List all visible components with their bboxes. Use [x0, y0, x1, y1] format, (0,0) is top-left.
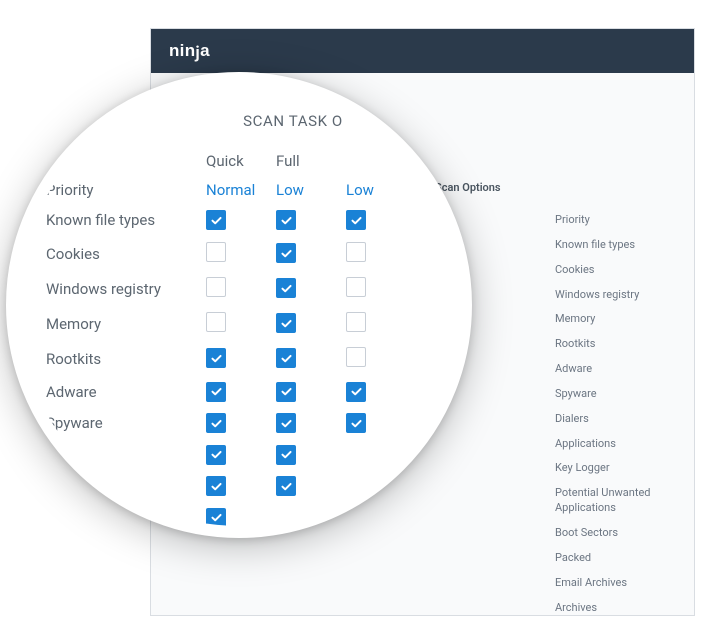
checkbox[interactable] [206, 277, 226, 297]
option-cell [206, 277, 276, 301]
option-cell [206, 382, 276, 403]
lens-header: SCAN TASK O [136, 112, 450, 130]
option-label: Memory [46, 315, 206, 333]
checkbox[interactable] [346, 382, 366, 402]
bg-option-row: Key Logger [555, 456, 660, 481]
checkbox[interactable] [276, 243, 296, 263]
option-cell [346, 413, 416, 434]
option-cell [276, 313, 346, 334]
bg-option-row: Packed [555, 546, 660, 571]
bg-option-row: Adware [555, 357, 660, 382]
bg-option-row: Rootkits [555, 332, 660, 357]
option-label: Adware [46, 383, 206, 401]
checkbox[interactable] [276, 348, 296, 368]
option-label: Windows registry [46, 280, 206, 298]
bg-option-row: Windows registry [555, 283, 660, 308]
priority-value[interactable]: Low [276, 181, 304, 199]
checkbox[interactable] [276, 210, 296, 230]
checkbox[interactable] [206, 413, 226, 433]
option-cell [206, 242, 276, 266]
checkbox[interactable] [206, 312, 226, 332]
checkbox[interactable] [206, 382, 226, 402]
option-cell: Low [276, 181, 346, 199]
checkbox[interactable] [206, 210, 226, 230]
option-label: Known file types [46, 211, 206, 229]
option-cell: Low [346, 181, 416, 199]
option-cell [206, 312, 276, 336]
checkbox[interactable] [276, 476, 296, 496]
checkbox[interactable] [276, 278, 296, 298]
bg-option-row: Boot Sectors [555, 521, 660, 546]
priority-value[interactable]: Normal [206, 181, 255, 199]
background-options-list: PriorityKnown file typesCookiesWindows r… [555, 208, 660, 620]
column-header: Quick [206, 152, 276, 170]
checkbox[interactable] [276, 445, 296, 465]
bg-option-row: Archives [555, 596, 660, 621]
bg-option-row: Cookies [555, 258, 660, 283]
checkbox[interactable] [346, 347, 366, 367]
checkbox[interactable] [346, 312, 366, 332]
checkbox[interactable] [206, 242, 226, 262]
option-label: ers [46, 446, 206, 464]
bg-option-row: Memory [555, 307, 660, 332]
scan-options-grid: QuickFull PriorityNormal Low Low Known file … [46, 152, 450, 528]
option-cell [206, 508, 276, 529]
option-label: Cookies [46, 245, 206, 263]
column-header: Full [276, 152, 346, 170]
option-cell [276, 278, 346, 299]
section-title-scan-options: Scan Options [435, 181, 660, 194]
bg-option-row: Dialers [555, 407, 660, 432]
option-cell [276, 413, 346, 434]
checkbox[interactable] [276, 413, 296, 433]
bg-option-row: Known file types [555, 233, 660, 258]
option-cell [206, 348, 276, 369]
checkbox[interactable] [206, 445, 226, 465]
option-label: Priority [46, 181, 206, 199]
option-cell [206, 445, 276, 466]
bg-option-row: Applications [555, 432, 660, 457]
option-label: Spyware [46, 414, 206, 432]
checkbox[interactable] [206, 348, 226, 368]
top-bar: ninja [151, 29, 694, 73]
option-cell: Normal [206, 181, 276, 199]
option-cell [346, 382, 416, 403]
checkbox[interactable] [346, 413, 366, 433]
checkbox[interactable] [276, 382, 296, 402]
option-label: s [46, 477, 206, 495]
magnifier-lens: SCAN TASK O QuickFull PriorityNormal Low Lo… [6, 72, 472, 538]
checkbox[interactable] [346, 242, 366, 262]
option-cell [276, 348, 346, 369]
checkbox[interactable] [206, 508, 226, 528]
option-cell [276, 210, 346, 231]
bg-option-row: Email Archives [555, 571, 660, 596]
option-cell [346, 210, 416, 231]
option-label: Rootkits [46, 350, 206, 368]
checkbox[interactable] [346, 210, 366, 230]
option-cell [206, 413, 276, 434]
option-cell [276, 382, 346, 403]
option-cell [346, 242, 416, 266]
option-cell [206, 210, 276, 231]
bg-option-row: Potential Unwanted Applications [555, 481, 660, 521]
brand-logo: ninja [169, 41, 210, 61]
option-cell [346, 277, 416, 301]
checkbox[interactable] [346, 277, 366, 297]
checkbox[interactable] [206, 476, 226, 496]
option-cell [276, 445, 346, 466]
option-cell [276, 243, 346, 264]
bg-option-row: Spyware [555, 382, 660, 407]
option-cell [276, 476, 346, 497]
checkbox[interactable] [276, 313, 296, 333]
option-cell [206, 476, 276, 497]
priority-value[interactable]: Low [346, 181, 374, 199]
bg-option-row: Priority [555, 208, 660, 233]
option-cell [346, 347, 416, 371]
option-cell [346, 312, 416, 336]
